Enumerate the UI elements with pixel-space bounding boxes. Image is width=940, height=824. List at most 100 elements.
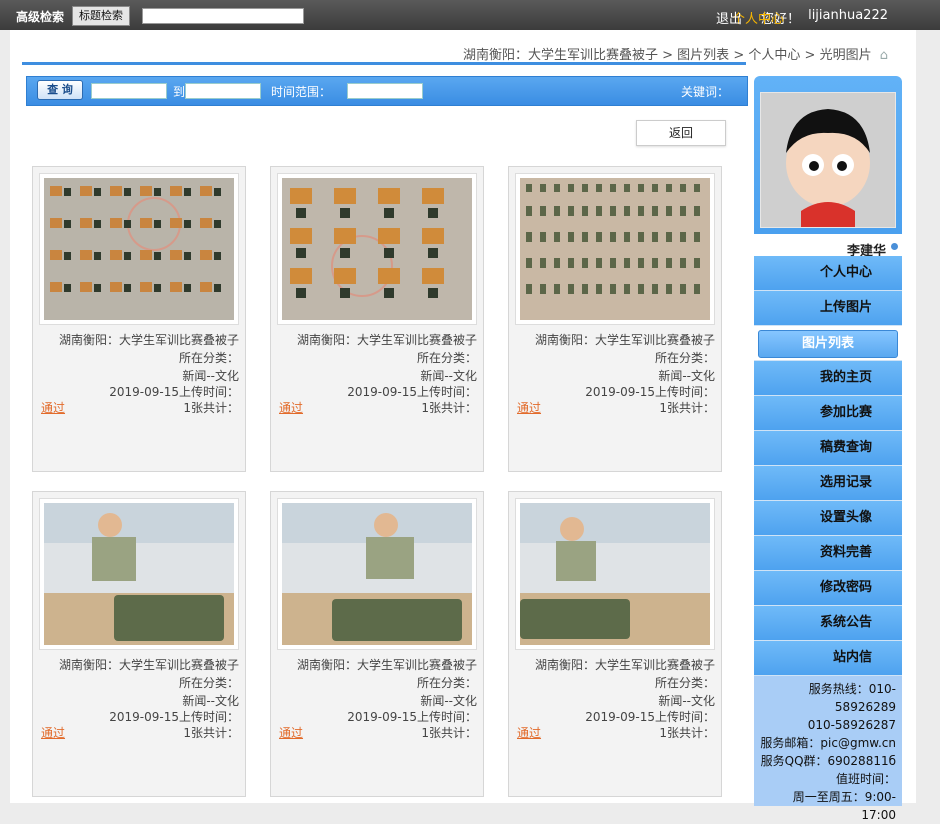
image-card[interactable]: 湖南衡阳：大学生军训比赛叠被子 所在分类： 新闻--文化 2019-09-15上… <box>32 166 246 472</box>
sidebar-item-royalty[interactable]: 稿费查询 <box>754 431 902 466</box>
photo-student-bending <box>282 503 472 645</box>
status-badge[interactable]: 通过 <box>517 724 541 741</box>
card-title[interactable]: 湖南衡阳：大学生军训比赛叠被子 <box>535 331 715 348</box>
sidebar-item-label: 图片列表 <box>758 330 898 358</box>
status-badge[interactable]: 通过 <box>279 724 303 741</box>
category-value: 新闻--文化 <box>420 694 477 708</box>
title-search-button[interactable]: 标题检索 <box>72 6 130 26</box>
category-value: 新闻--文化 <box>182 369 239 383</box>
cartoon-avatar-icon <box>761 93 895 227</box>
contact-line: 010-58926287 <box>807 718 896 732</box>
upload-time: 2019-09-15上传时间： <box>585 710 715 724</box>
back-button[interactable]: 返回 <box>636 120 726 146</box>
filter-bar: 关键词： 时间范围： 到 查 询 <box>26 76 748 106</box>
status-badge[interactable]: 通过 <box>279 399 303 416</box>
contact-line: 值班时间： <box>835 772 896 786</box>
status-badge[interactable]: 通过 <box>41 399 65 416</box>
keyword-label: 关键词： <box>680 85 729 99</box>
card-thumbnail[interactable] <box>277 498 477 650</box>
username-link[interactable]: lijianhua222 <box>808 8 888 23</box>
breadcrumb-sep: > <box>733 48 745 63</box>
breadcrumb-item-list[interactable]: 图片列表 <box>677 48 729 63</box>
upload-time: 2019-09-15上传时间： <box>347 385 477 399</box>
time-range-label: 时间范围： <box>271 85 332 99</box>
sidebar-item-contest[interactable]: 参加比赛 <box>754 396 902 431</box>
sidebar-item-upload[interactable]: 上传图片 <box>754 291 902 326</box>
sidebar-item-avatar[interactable]: 设置头像 <box>754 501 902 536</box>
keyword-input[interactable] <box>347 83 423 99</box>
image-card[interactable]: 湖南衡阳：大学生军训比赛叠被子 所在分类： 新闻--文化 2019-09-15上… <box>270 491 484 797</box>
card-thumbnail[interactable] <box>277 173 477 325</box>
photo-student-kneeling <box>44 503 234 645</box>
photo-student-folding <box>520 503 710 645</box>
sidebar-item-user-center[interactable]: 个人中心 <box>754 256 902 291</box>
category-value: 新闻--文化 <box>182 694 239 708</box>
breadcrumb: 湖南衡阳：大学生军训比赛叠被子 > 图片列表 > 个人中心 > 光明图片 ⌂ <box>463 44 888 63</box>
breadcrumb-item-home[interactable]: 光明图片 <box>820 48 872 63</box>
sidebar-item-homepage[interactable]: 我的主页 <box>754 361 902 396</box>
status-badge[interactable]: 通过 <box>517 399 541 416</box>
to-label: 到 <box>173 85 186 99</box>
image-card[interactable]: 湖南衡阳：大学生军训比赛叠被子 所在分类： 新闻--文化 2019-09-15上… <box>508 166 722 472</box>
avatar[interactable] <box>760 92 896 228</box>
photo-aerial-blankets <box>282 178 472 320</box>
card-title[interactable]: 湖南衡阳：大学生军训比赛叠被子 <box>297 331 477 348</box>
card-title[interactable]: 湖南衡阳：大学生军训比赛叠被子 <box>535 656 715 673</box>
main-wrapper: 湖南衡阳：大学生军训比赛叠被子 > 图片列表 > 个人中心 > 光明图片 ⌂ 关… <box>10 30 916 822</box>
contact-info: 服务热线：010- 58926289 010-58926287 服务邮箱：pic… <box>754 676 902 822</box>
contact-line: 58926289 <box>834 700 896 714</box>
advanced-search-link[interactable]: 高级检索 <box>16 8 64 25</box>
card-thumbnail[interactable] <box>39 173 239 325</box>
card-thumbnail[interactable] <box>515 173 715 325</box>
sidebar-item-password[interactable]: 修改密码 <box>754 571 902 606</box>
query-button[interactable]: 查 询 <box>37 80 83 100</box>
home-icon[interactable]: ⌂ <box>880 48 888 63</box>
category-label: 所在分类： <box>416 351 477 365</box>
upload-time: 2019-09-15上传时间： <box>109 385 239 399</box>
upload-time: 2019-09-15上传时间： <box>109 710 239 724</box>
online-dot-icon <box>891 243 898 250</box>
photo-count: 1张共计： <box>421 726 477 740</box>
breadcrumb-sep: > <box>804 48 816 63</box>
contact-line: 服务邮箱：pic@gmw.cn <box>760 736 896 750</box>
upload-time: 2019-09-15上传时间： <box>585 385 715 399</box>
logout-link[interactable]: 退出 <box>716 8 742 27</box>
status-badge[interactable]: 通过 <box>41 724 65 741</box>
divider <box>22 62 746 65</box>
category-label: 所在分类： <box>178 351 239 365</box>
image-card[interactable]: 湖南衡阳：大学生军训比赛叠被子 所在分类： 新闻--文化 2019-09-15上… <box>270 166 484 472</box>
sidebar: 李建华 个人中心 上传图片 图片列表 我的主页 参加比赛 稿费查询 选用记录 设… <box>754 76 902 822</box>
photo-count: 1张共计： <box>659 401 715 415</box>
card-title[interactable]: 湖南衡阳：大学生军训比赛叠被子 <box>297 656 477 673</box>
image-card[interactable]: 湖南衡阳：大学生军训比赛叠被子 所在分类： 新闻--文化 2019-09-15上… <box>508 491 722 797</box>
card-title[interactable]: 湖南衡阳：大学生军训比赛叠被子 <box>59 331 239 348</box>
photo-count: 1张共计： <box>659 726 715 740</box>
category-value: 新闻--文化 <box>658 369 715 383</box>
sidebar-item-messages[interactable]: 站内信 <box>754 641 902 676</box>
category-label: 所在分类： <box>416 676 477 690</box>
category-value: 新闻--文化 <box>420 369 477 383</box>
sidebar-header <box>754 76 902 234</box>
card-thumbnail[interactable] <box>39 498 239 650</box>
contact-line: 服务QQ群：69028811б <box>760 754 896 768</box>
breadcrumb-item-center[interactable]: 个人中心 <box>748 48 800 63</box>
sidebar-menu: 个人中心 上传图片 图片列表 我的主页 参加比赛 稿费查询 选用记录 设置头像 … <box>754 256 902 676</box>
card-thumbnail[interactable] <box>515 498 715 650</box>
time-start-input[interactable] <box>185 83 261 99</box>
sidebar-item-image-list[interactable]: 图片列表 <box>754 326 902 361</box>
photo-aerial-grid <box>44 178 234 320</box>
breadcrumb-current: 湖南衡阳：大学生军训比赛叠被子 <box>462 48 658 63</box>
card-title[interactable]: 湖南衡阳：大学生军训比赛叠被子 <box>59 656 239 673</box>
top-search-input[interactable] <box>142 8 304 24</box>
breadcrumb-sep: > <box>662 48 674 63</box>
sidebar-item-profile[interactable]: 资料完善 <box>754 536 902 571</box>
image-card[interactable]: 湖南衡阳：大学生军训比赛叠被子 所在分类： 新闻--文化 2019-09-15上… <box>32 491 246 797</box>
sidebar-item-usage[interactable]: 选用记录 <box>754 466 902 501</box>
sidebar-item-notice[interactable]: 系统公告 <box>754 606 902 641</box>
category-label: 所在分类： <box>178 676 239 690</box>
upload-time: 2019-09-15上传时间： <box>347 710 477 724</box>
time-end-input[interactable] <box>91 83 167 99</box>
photo-count: 1张共计： <box>421 401 477 415</box>
photo-count: 1张共计： <box>183 726 239 740</box>
category-label: 所在分类： <box>654 676 715 690</box>
